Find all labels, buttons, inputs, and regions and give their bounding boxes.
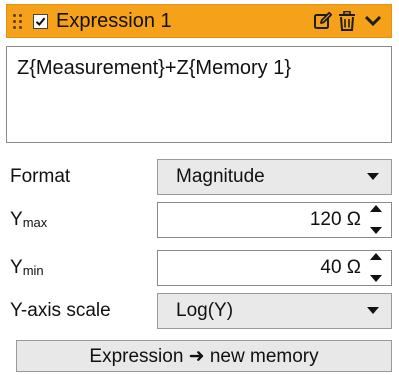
expression-header: Expression 1 bbox=[6, 4, 392, 38]
ymax-increment-icon[interactable] bbox=[370, 205, 382, 213]
collapse-chevron-icon[interactable] bbox=[361, 9, 385, 33]
enable-checkbox[interactable] bbox=[33, 13, 48, 29]
expression-input[interactable]: Z{Measurement}+Z{Memory 1} bbox=[6, 46, 392, 143]
format-row: Format Magnitude bbox=[10, 159, 392, 195]
ymin-label: Ymin bbox=[10, 257, 44, 278]
expression-panel: Expression 1 Z{Measurement}+Z{Memory 1} bbox=[0, 4, 399, 375]
expression-to-memory-button[interactable]: Expression ➜ new memory bbox=[16, 340, 392, 372]
dropdown-arrow-icon bbox=[367, 173, 379, 180]
trash-icon[interactable] bbox=[335, 9, 359, 33]
ymin-decrement-icon[interactable] bbox=[370, 275, 382, 283]
yaxis-scale-label: Y-axis scale bbox=[10, 300, 111, 321]
ymax-field[interactable]: 120 Ω bbox=[157, 202, 392, 238]
ymax-label: Ymax bbox=[10, 209, 48, 230]
format-label: Format bbox=[10, 166, 71, 187]
dropdown-arrow-icon bbox=[367, 307, 379, 314]
ymax-spinner bbox=[369, 205, 383, 235]
format-select[interactable]: Magnitude bbox=[157, 159, 392, 195]
yaxis-scale-selected-value: Log(Y) bbox=[176, 300, 234, 321]
ymax-decrement-icon[interactable] bbox=[370, 227, 382, 235]
format-selected-value: Magnitude bbox=[176, 166, 265, 187]
expression-title: Expression 1 bbox=[56, 9, 172, 32]
yaxis-scale-row: Y-axis scale Log(Y) bbox=[10, 293, 392, 329]
edit-icon[interactable] bbox=[311, 9, 335, 33]
ymax-value: 120 Ω bbox=[309, 209, 361, 230]
ymin-increment-icon[interactable] bbox=[370, 253, 382, 261]
ymin-field[interactable]: 40 Ω bbox=[157, 250, 392, 286]
yaxis-scale-select[interactable]: Log(Y) bbox=[157, 293, 392, 329]
drag-handle-icon[interactable] bbox=[13, 13, 25, 29]
ymax-row: Ymax 120 Ω bbox=[10, 202, 392, 238]
ymin-spinner bbox=[369, 253, 383, 283]
ymin-row: Ymin 40 Ω bbox=[10, 250, 392, 286]
ymin-value: 40 Ω bbox=[320, 257, 361, 278]
checkmark-icon bbox=[35, 17, 46, 26]
